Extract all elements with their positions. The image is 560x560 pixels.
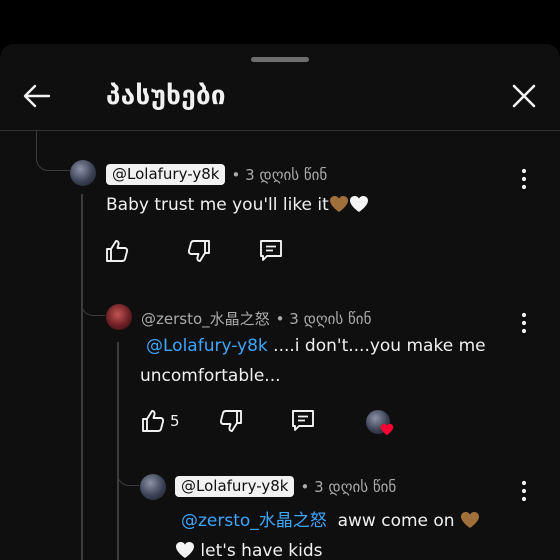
thumbs-down-icon[interactable] bbox=[218, 408, 244, 434]
comment-actions: 5 bbox=[140, 408, 316, 434]
comment-meta: @Lolafury-y8k • 3 დღის წინ bbox=[106, 164, 327, 185]
thumbs-up-icon[interactable] bbox=[140, 408, 166, 434]
meta-separator: • bbox=[300, 477, 310, 496]
reply-comment-icon[interactable] bbox=[290, 408, 316, 434]
close-icon[interactable] bbox=[510, 82, 538, 110]
thread-connector bbox=[81, 272, 105, 316]
white-heart-icon bbox=[349, 196, 368, 212]
comment-text: @Lolafury-y8k ....i don't....you make me bbox=[140, 331, 486, 361]
back-arrow-icon[interactable] bbox=[22, 82, 52, 110]
thread-line bbox=[81, 194, 83, 560]
comment-text-content: let's have kids bbox=[195, 541, 323, 560]
brown-heart-icon bbox=[329, 196, 348, 212]
reply-comment-icon[interactable] bbox=[258, 238, 284, 264]
mention-link[interactable]: @Lolafury-y8k bbox=[146, 336, 268, 356]
mention-link[interactable]: @zersto_水晶之怒 bbox=[181, 511, 327, 531]
author-chip[interactable]: @Lolafury-y8k bbox=[106, 164, 226, 185]
creator-heart-icon bbox=[380, 423, 394, 436]
comment-meta: @zersto_水晶之怒 • 3 დღის წინ bbox=[141, 308, 371, 329]
avatar[interactable] bbox=[106, 304, 132, 330]
avatar[interactable] bbox=[70, 160, 96, 186]
timestamp: 3 დღის წინ bbox=[245, 165, 328, 184]
author-name[interactable]: @zersto_水晶之怒 bbox=[141, 308, 270, 329]
white-heart-icon bbox=[176, 542, 194, 558]
timestamp: 3 დღის წინ bbox=[314, 477, 397, 496]
replies-sheet: პასუხები @Lolafury-y8k • 3 დღის წინ Baby… bbox=[0, 44, 560, 560]
comment-text-line-2: let's have kids bbox=[175, 536, 323, 560]
more-options-icon[interactable] bbox=[516, 312, 532, 334]
comment-meta: @Lolafury-y8k • 3 დღის წინ bbox=[175, 476, 396, 497]
page-title: პასუხები bbox=[106, 81, 226, 111]
comment-text-content: Baby trust me you'll like it bbox=[106, 195, 329, 215]
author-chip[interactable]: @Lolafury-y8k bbox=[175, 476, 295, 497]
avatar[interactable] bbox=[140, 474, 166, 500]
header-divider bbox=[0, 130, 560, 131]
comment-text: Baby trust me you'll like it bbox=[106, 190, 369, 220]
comment-actions bbox=[104, 238, 284, 264]
comment-text: @zersto_水晶之怒 aww come on bbox=[175, 506, 480, 536]
creator-heart-badge bbox=[366, 410, 396, 440]
brown-heart-icon bbox=[460, 512, 479, 528]
thread-connector bbox=[36, 131, 70, 171]
drag-handle[interactable] bbox=[251, 57, 309, 62]
timestamp: 3 დღის წინ bbox=[289, 309, 372, 328]
comment-text-line-2: uncomfortable... bbox=[140, 366, 281, 386]
thumbs-up-icon[interactable] bbox=[104, 238, 130, 264]
comment-text-content: ....i don't....you make me bbox=[267, 336, 486, 356]
meta-separator: • bbox=[231, 165, 241, 184]
like-count: 5 bbox=[170, 412, 180, 430]
more-options-icon[interactable] bbox=[516, 168, 532, 190]
comment-text-content: aww come on bbox=[326, 511, 460, 531]
thread-connector bbox=[117, 444, 139, 486]
more-options-icon[interactable] bbox=[516, 480, 532, 502]
thumbs-down-icon[interactable] bbox=[186, 238, 212, 264]
meta-separator: • bbox=[275, 309, 285, 328]
